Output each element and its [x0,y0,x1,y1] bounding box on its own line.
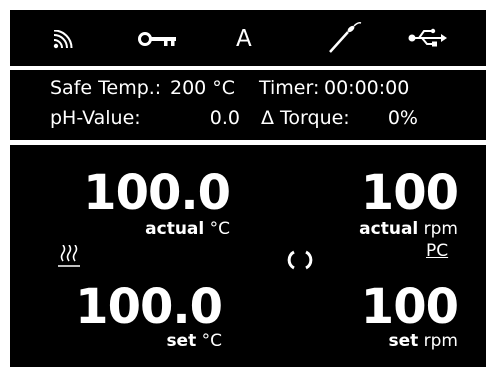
speed-actual-value: 100 [360,165,459,221]
speed-actual-label: actual [359,219,419,239]
temperature-set-unit: °C [201,331,222,351]
temperature-actual-caption: actual °C [110,221,230,238]
ph-label: pH-Value: [50,107,141,129]
temperature-actual-value: 100.0 [83,165,231,221]
heating-icon [58,245,80,267]
safe-temp-label: Safe Temp.: [50,77,162,99]
torque-value: 0% [387,107,418,129]
status-bar: A [10,10,486,66]
speed-set-caption: set rpm [310,333,458,350]
speed-actual-unit: rpm [423,219,458,239]
mode-icon[interactable]: A [236,28,252,51]
wifi-icon[interactable] [52,30,76,50]
speed-actual-caption: actual rpm [310,221,458,238]
speed-set-unit: rpm [423,331,458,351]
safe-temp-value: 200 °C [170,77,236,99]
torque-label: Δ Torque: [261,107,350,129]
main-panel: 100.0 actual °C 100.0 set °C 100 actual … [10,145,486,367]
speed-set-label: set [388,331,419,351]
timer-label: Timer: [259,77,320,99]
usb-icon[interactable] [408,28,448,48]
speed-mode-label: PC [426,241,449,261]
info-panel: Safe Temp.: 200 °C Timer: 00:00:00 pH-Va… [10,70,486,140]
temperature-set-value: 100.0 [75,279,223,335]
speed-set-value: 100 [360,279,459,335]
temperature-actual-unit: °C [209,219,230,239]
temperature-actual-label: actual [145,219,205,239]
rotation-icon [287,250,313,270]
key-icon[interactable] [138,31,178,47]
temperature-probe-icon[interactable] [328,22,362,54]
temperature-set-label: set [166,331,197,351]
temperature-set-caption: set °C [110,333,222,350]
ph-value: 0.0 [209,107,240,129]
device-display: A Safe Temp.: 200 °C Timer: 00:00:00 pH-… [0,0,497,378]
timer-value: 00:00:00 [324,77,410,99]
